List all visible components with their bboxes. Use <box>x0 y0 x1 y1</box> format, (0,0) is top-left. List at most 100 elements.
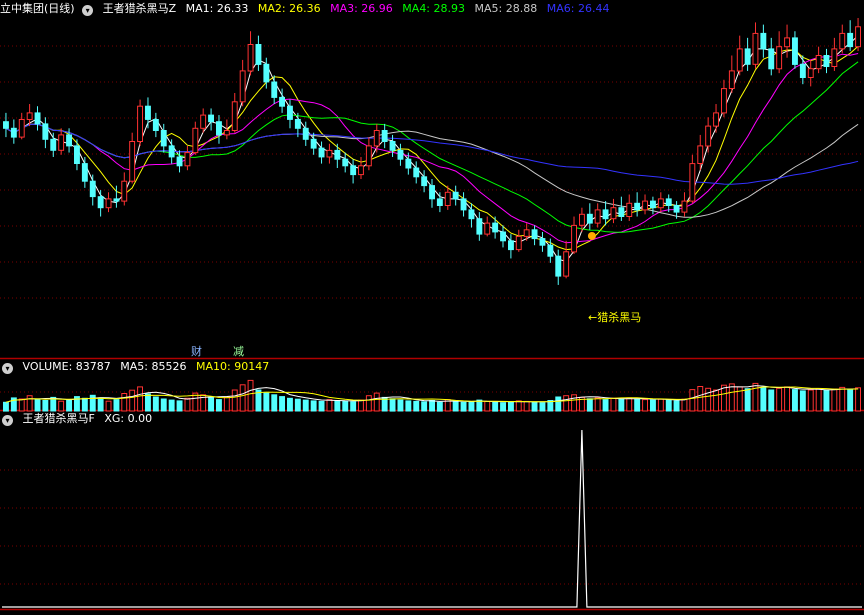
volume-bar-down <box>421 401 428 412</box>
candle-down <box>397 149 404 160</box>
candle-down <box>279 96 286 107</box>
chevron-down-icon[interactable]: ▾ <box>2 363 13 374</box>
stock-name: 立中集团(日线) <box>0 2 75 15</box>
volume-bar-up <box>594 397 601 412</box>
candle-up <box>444 191 451 207</box>
candle-up <box>815 55 822 70</box>
candle-down <box>263 63 270 83</box>
volume-bar-up <box>326 399 333 412</box>
candle-up <box>728 70 735 90</box>
candle-up <box>523 229 530 237</box>
candle-down <box>271 81 278 98</box>
volume-bar-down <box>539 402 546 412</box>
volume-bar-up <box>776 387 783 412</box>
volume-bar-down <box>279 396 286 412</box>
candle-up <box>657 198 664 209</box>
ma6-value: MA6: 26.44 <box>546 2 610 15</box>
candle-up <box>721 88 727 114</box>
reduction-marker[interactable]: 减 <box>233 343 244 359</box>
candle-down <box>145 105 151 120</box>
candle-down <box>66 134 72 147</box>
volume-bar-up <box>484 400 491 412</box>
candle-up <box>326 149 333 158</box>
volume-bar-down <box>452 400 459 412</box>
volume-bar-up <box>681 398 688 412</box>
volume-bar-down <box>263 392 270 412</box>
volume-bar-up <box>713 389 719 412</box>
candle-down <box>421 176 428 187</box>
volume-bar-up <box>18 398 25 412</box>
candle-down <box>334 149 341 160</box>
candle-down <box>555 255 562 277</box>
volume-bar-down <box>176 400 183 412</box>
candle-up <box>776 46 783 70</box>
volume-bar-up <box>26 395 33 412</box>
volume-bar-down <box>602 399 609 412</box>
volume-bar-down <box>823 389 830 412</box>
candle-up <box>358 165 364 176</box>
candle-up <box>642 200 648 211</box>
volume-bar-down <box>294 398 301 412</box>
volume-bar-down <box>271 394 278 412</box>
volume-bar-up <box>807 389 814 412</box>
xg-value: XG: 0.00 <box>104 412 153 425</box>
volume-bar-down <box>634 398 641 412</box>
candle-down <box>389 141 396 151</box>
volume-bar-down <box>350 401 357 412</box>
volume-bar-up <box>571 394 577 412</box>
volume-bar-up <box>231 389 238 412</box>
candle-up <box>697 145 704 164</box>
volume-bar-down <box>66 399 72 412</box>
candle-up <box>594 209 601 224</box>
candle-up <box>515 235 522 251</box>
candle-down <box>602 209 609 220</box>
candle-down <box>3 121 9 129</box>
candle-up <box>239 70 246 103</box>
chevron-down-icon[interactable]: ▾ <box>82 5 94 16</box>
candle-up <box>571 224 577 253</box>
volume-bar-down <box>389 398 396 412</box>
candle-down <box>42 123 49 140</box>
volume-bar-up <box>721 384 727 412</box>
candle-down <box>89 180 96 198</box>
volume-bar-up <box>610 397 617 412</box>
chevron-down-icon[interactable]: ▾ <box>2 415 13 426</box>
volume-bar-down <box>650 399 656 412</box>
volume-bar-up <box>689 389 696 412</box>
candle-up <box>58 134 65 151</box>
candle-up <box>200 114 207 129</box>
candle-up <box>626 202 633 218</box>
candle-down <box>34 112 41 125</box>
ma1-value: MA1: 26.33 <box>185 2 249 15</box>
xg-indicator-name[interactable]: 王者猎杀黑马F <box>23 412 95 425</box>
volume-bar-up <box>239 384 246 412</box>
volume-ma10: MA10: 90147 <box>195 360 270 373</box>
volume-bar-down <box>216 399 222 412</box>
candle-down <box>429 185 436 200</box>
finance-marker[interactable]: 财 <box>191 343 202 359</box>
candle-down <box>847 32 854 48</box>
candle-down <box>81 163 88 182</box>
volume-ma5: MA5: 85526 <box>120 360 187 373</box>
candle-down <box>152 119 159 131</box>
candle-down <box>799 63 806 79</box>
indicator-name[interactable]: 王者猎杀黑马Z <box>103 2 177 15</box>
volume-bar-down <box>468 401 475 412</box>
candle-down <box>318 147 325 158</box>
volume-bar-up <box>839 386 846 412</box>
candle-up <box>484 222 491 235</box>
candle-down <box>618 207 625 217</box>
candle-up <box>137 105 144 142</box>
candle-up <box>26 112 33 121</box>
candle-up <box>192 127 199 154</box>
volume-bar-up <box>373 392 380 412</box>
candle-up <box>579 213 585 226</box>
candle-up <box>713 112 719 127</box>
candle-up <box>736 48 743 72</box>
candle-down <box>460 198 467 211</box>
candle-down <box>634 202 641 211</box>
candle-up <box>365 145 372 167</box>
candle-up <box>18 119 25 138</box>
volume-bar-up <box>626 397 633 412</box>
volume-bar-up <box>784 386 790 412</box>
